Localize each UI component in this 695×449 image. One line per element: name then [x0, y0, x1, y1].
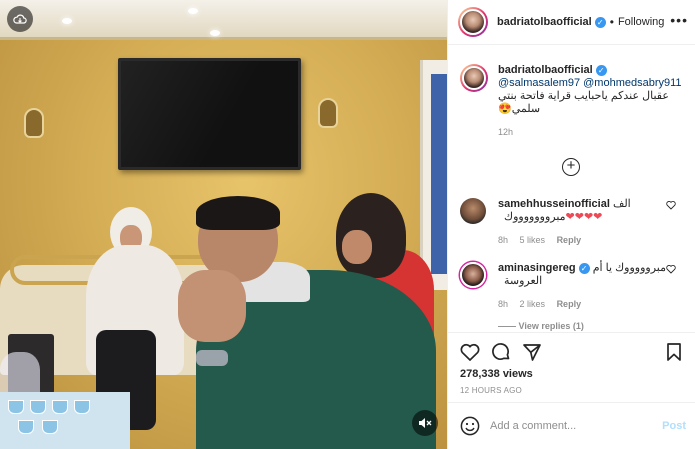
caption-author[interactable]: badriatolbaofficial	[498, 64, 593, 76]
commenter-avatar[interactable]	[460, 198, 486, 224]
separator-dot: •	[609, 15, 614, 29]
view-replies-link[interactable]: —— View replies (1)	[498, 321, 584, 331]
load-more-comments-button[interactable]: +	[562, 158, 580, 176]
post-sidebar: badriatolbaofficial ✓ • Following ••• ba…	[447, 0, 695, 449]
video-door	[420, 60, 447, 290]
comment-likes[interactable]: 2 likes	[520, 299, 546, 309]
video-ceiling	[0, 0, 447, 40]
comments-section: badriatolbaofficial ✓ @salmasalem97 @mohm…	[448, 46, 695, 332]
comment-composer: Post	[448, 402, 695, 449]
reply-button[interactable]: Reply	[557, 235, 582, 245]
video-tv	[118, 58, 301, 170]
author-avatar[interactable]	[458, 7, 488, 37]
verified-badge-icon: ✓	[594, 16, 606, 28]
verified-badge-icon: ✓	[578, 262, 590, 274]
comment-icon[interactable]	[491, 342, 511, 362]
caption-time: 12h	[498, 127, 514, 137]
ceiling-light	[62, 18, 72, 24]
comment-time: 8h	[498, 235, 509, 245]
commenter-username[interactable]: aminasingereg	[498, 262, 576, 274]
mute-icon[interactable]	[412, 410, 438, 436]
caption-text: عقبال عندكم ياحبايب قراية فاتحة بنتي سلم…	[498, 90, 669, 115]
comment-time: 8h	[498, 299, 509, 309]
comment-hearts: ❤❤❤❤	[565, 211, 603, 223]
comment-likes[interactable]: 5 likes	[520, 235, 546, 245]
post-header: badriatolbaofficial ✓ • Following •••	[448, 0, 695, 45]
more-options-icon[interactable]: •••	[670, 12, 688, 28]
caption-avatar[interactable]	[460, 64, 488, 92]
post-actions: 278,338 views 12 HOURS AGO	[448, 332, 695, 402]
ceiling-light	[188, 8, 198, 14]
post-video[interactable]	[0, 0, 447, 449]
caption-mentions[interactable]: @salmasalem97 @mohmedsabry911	[498, 77, 686, 90]
post-timestamp: 12 HOURS AGO	[460, 386, 522, 395]
view-count[interactable]: 278,338 views	[460, 368, 533, 380]
author-username[interactable]: badriatolbaofficial	[497, 16, 592, 28]
commenter-avatar[interactable]	[460, 262, 486, 288]
commenter-username[interactable]: samehhusseinofficial	[498, 198, 610, 210]
comment-item: aminasingereg ✓ مبروووووك يا أم العروسة 8…	[460, 262, 686, 311]
wall-sconce	[24, 108, 44, 138]
video-table	[0, 392, 130, 449]
post-comment-button[interactable]: Post	[662, 420, 686, 432]
cloud-download-icon[interactable]	[7, 6, 33, 32]
share-icon[interactable]	[522, 342, 542, 362]
bookmark-icon[interactable]	[664, 342, 684, 362]
ceiling-light	[210, 30, 220, 36]
comment-like-heart-icon[interactable]	[666, 200, 676, 210]
following-button[interactable]: Following	[618, 16, 664, 28]
heart-icon[interactable]	[460, 342, 480, 362]
comment-item: samehhusseinofficial الف مبروووووووك❤❤❤❤…	[460, 198, 686, 247]
emoji-icon[interactable]	[460, 416, 480, 436]
reply-button[interactable]: Reply	[557, 299, 582, 309]
caption: badriatolbaofficial ✓ @salmasalem97 @mohm…	[460, 64, 686, 139]
comment-input[interactable]	[490, 420, 650, 432]
verified-badge-icon: ✓	[595, 64, 607, 76]
comment-like-heart-icon[interactable]	[666, 264, 676, 274]
wall-sconce	[318, 98, 338, 128]
